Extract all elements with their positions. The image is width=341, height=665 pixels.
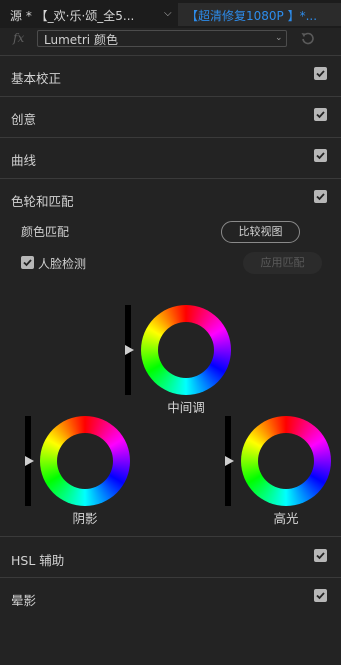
source-panel-tab[interactable]: 源 * 【_欢·乐·颂_全5... <box>10 7 134 24</box>
checkmark-icon <box>316 193 325 201</box>
sequence-tab-label[interactable]: 【超清修复1080P 】*... <box>186 7 317 24</box>
wheel-center[interactable] <box>57 433 113 489</box>
reset-icon[interactable] <box>299 30 315 46</box>
section-curves-title[interactable]: 曲线 <box>11 150 36 169</box>
checkmark-icon <box>316 552 325 560</box>
checkmark-icon <box>316 152 325 160</box>
section-vignette-title[interactable]: 晕影 <box>11 590 36 609</box>
section-basic-correction-title[interactable]: 基本校正 <box>11 68 61 87</box>
section-color-wheels-checkbox[interactable] <box>314 190 327 203</box>
fx-label: fx <box>13 31 25 45</box>
section-color-wheels-title[interactable]: 色轮和匹配 <box>11 191 74 210</box>
chevron-down-icon[interactable]: ⌵ <box>164 8 172 19</box>
checkmark-icon <box>316 70 325 78</box>
wheel-center[interactable] <box>258 433 314 489</box>
section-curves-checkbox[interactable] <box>314 149 327 162</box>
highlights-slider-thumb[interactable] <box>225 456 234 466</box>
midtones-label: 中间调 <box>167 400 205 415</box>
checkmark-icon <box>23 259 32 267</box>
section-divider <box>0 55 341 56</box>
section-divider <box>0 577 341 578</box>
section-creative-title[interactable]: 创意 <box>11 109 36 128</box>
face-detection-checkbox[interactable] <box>21 256 34 269</box>
section-divider <box>0 96 341 97</box>
section-vignette-checkbox[interactable] <box>314 589 327 602</box>
chevron-down-icon[interactable]: ⌄ <box>275 33 283 43</box>
section-basic-correction-checkbox[interactable] <box>314 67 327 80</box>
highlights-label: 高光 <box>273 511 299 526</box>
shadows-color-wheel[interactable] <box>40 416 130 506</box>
section-creative-checkbox[interactable] <box>314 108 327 121</box>
compare-view-button[interactable]: 比较视图 <box>221 221 300 243</box>
shadows-slider-thumb[interactable] <box>25 456 34 466</box>
checkmark-icon <box>316 111 325 119</box>
shadows-label: 阴影 <box>72 511 98 526</box>
section-divider <box>0 178 341 179</box>
midtones-color-wheel[interactable] <box>141 305 231 395</box>
effect-select-value[interactable]: Lumetri 颜色 <box>44 31 118 48</box>
section-divider <box>0 536 341 537</box>
checkmark-icon <box>316 592 325 600</box>
apply-match-button[interactable]: 应用匹配 <box>243 252 322 274</box>
highlights-color-wheel[interactable] <box>241 416 331 506</box>
midtones-slider-thumb[interactable] <box>125 345 134 355</box>
color-match-label: 颜色匹配 <box>21 225 70 239</box>
face-detection-label[interactable]: 人脸检测 <box>38 255 86 272</box>
section-hsl-secondary-title[interactable]: HSL 辅助 <box>11 550 64 569</box>
wheel-center[interactable] <box>158 322 214 378</box>
section-divider <box>0 137 341 138</box>
section-hsl-secondary-checkbox[interactable] <box>314 549 327 562</box>
